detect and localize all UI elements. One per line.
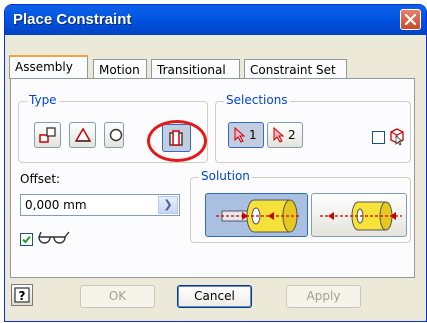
offset-arrow-button[interactable]: ❯	[158, 196, 178, 214]
svg-text:?: ?	[19, 289, 26, 303]
ok-button[interactable]: OK	[80, 285, 155, 308]
preview-glasses-icon	[38, 231, 70, 244]
tab-motion[interactable]: Motion	[93, 59, 147, 79]
select-arrow-icon	[234, 126, 246, 143]
pick-part-first-icon	[390, 128, 404, 146]
opposed-solution-icon	[216, 199, 300, 233]
show-preview-checkbox[interactable]	[20, 233, 33, 246]
close-button[interactable]	[400, 9, 421, 30]
help-button[interactable]: ?	[11, 284, 33, 306]
opposed-solution-button[interactable]	[205, 193, 308, 237]
select-arrow-icon	[273, 126, 285, 143]
selection-2-label: 2	[288, 128, 296, 142]
angle-constraint-button[interactable]	[69, 122, 96, 148]
tab-label: Motion	[99, 63, 140, 77]
offset-input[interactable]: 0,000 mm ❯	[20, 194, 180, 216]
tangent-constraint-button[interactable]	[104, 122, 124, 148]
tab-constraint-set[interactable]: Constraint Set	[244, 59, 347, 79]
dialog-title: Place Constraint	[13, 11, 132, 28]
mate-constraint-button[interactable]	[34, 122, 61, 148]
tab-label: Transitional	[157, 63, 226, 77]
cancel-button[interactable]: Cancel	[177, 285, 252, 308]
aligned-solution-button[interactable]	[311, 193, 407, 237]
tangent-constraint-icon	[109, 128, 123, 142]
type-group-label: Type	[27, 93, 59, 107]
solution-group-label: Solution	[199, 169, 252, 183]
angle-constraint-icon	[74, 127, 92, 142]
close-icon	[404, 13, 417, 26]
checkmark-icon	[22, 235, 31, 244]
offset-value: 0,000 mm	[25, 198, 87, 212]
help-icon: ?	[14, 287, 30, 303]
selections-group-label: Selections	[224, 93, 290, 107]
title-bar[interactable]: Place Constraint	[5, 5, 426, 35]
chevron-right-icon: ❯	[163, 198, 173, 211]
tab-label: Assembly	[15, 60, 73, 74]
selection-1-button[interactable]: 1	[228, 122, 264, 148]
apply-button[interactable]: Apply	[286, 285, 361, 308]
cancel-label: Cancel	[194, 289, 235, 303]
tab-transitional[interactable]: Transitional	[151, 59, 240, 79]
offset-label: Offset:	[20, 172, 61, 186]
aligned-solution-icon	[320, 201, 402, 231]
apply-label: Apply	[306, 289, 341, 303]
mate-constraint-icon	[39, 127, 56, 143]
selection-1-label: 1	[249, 128, 257, 142]
highlight-ring	[147, 120, 207, 162]
ok-label: OK	[108, 289, 127, 303]
pick-part-first-checkbox[interactable]	[372, 131, 385, 144]
tab-label: Constraint Set	[250, 63, 336, 77]
tab-assembly[interactable]: Assembly	[9, 55, 88, 79]
selection-2-button[interactable]: 2	[267, 122, 303, 148]
